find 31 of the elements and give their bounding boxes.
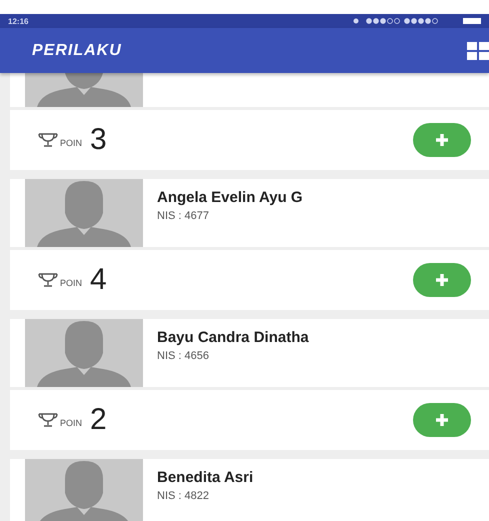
student-card[interactable]: Benedita Asri NIS : 4822 [10, 459, 489, 521]
points-value: 3 [90, 123, 108, 157]
points-label: POIN [60, 138, 82, 148]
points-label: POIN [60, 418, 82, 428]
add-button[interactable] [413, 263, 471, 297]
add-button[interactable] [413, 403, 471, 437]
add-button[interactable] [413, 123, 471, 157]
points-value: 4 [90, 263, 108, 297]
student-nis: NIS : 4822 [157, 490, 210, 502]
plus-icon [435, 273, 449, 287]
plus-icon [435, 133, 449, 147]
plus-icon [435, 413, 449, 427]
student-card[interactable]: Bayu Candra Dinatha NIS : 4656 [10, 319, 489, 387]
points-label: POIN [60, 278, 82, 288]
battery-icon [463, 18, 481, 24]
student-name: Benedita Asri [157, 469, 254, 486]
avatar-placeholder-icon [25, 319, 143, 387]
student-nis: NIS : 4677 [157, 210, 210, 222]
trophy-icon [38, 273, 58, 287]
avatar-placeholder-icon [25, 179, 143, 247]
app-title: PERILAKU [32, 42, 122, 60]
student-nis: NIS : 4656 [157, 350, 210, 362]
trophy-icon [38, 413, 58, 427]
trophy-icon [38, 133, 58, 147]
student-name: Angela Evelin Ayu G [157, 189, 303, 206]
student-card[interactable]: Angela Evelin Ayu G NIS : 4677 [10, 179, 489, 247]
grid-icon[interactable] [467, 42, 489, 60]
status-time: 12:16 [8, 16, 30, 26]
avatar-placeholder-icon [25, 459, 143, 521]
points-value: 2 [90, 403, 108, 437]
student-name: Bayu Candra Dinatha [157, 329, 309, 346]
